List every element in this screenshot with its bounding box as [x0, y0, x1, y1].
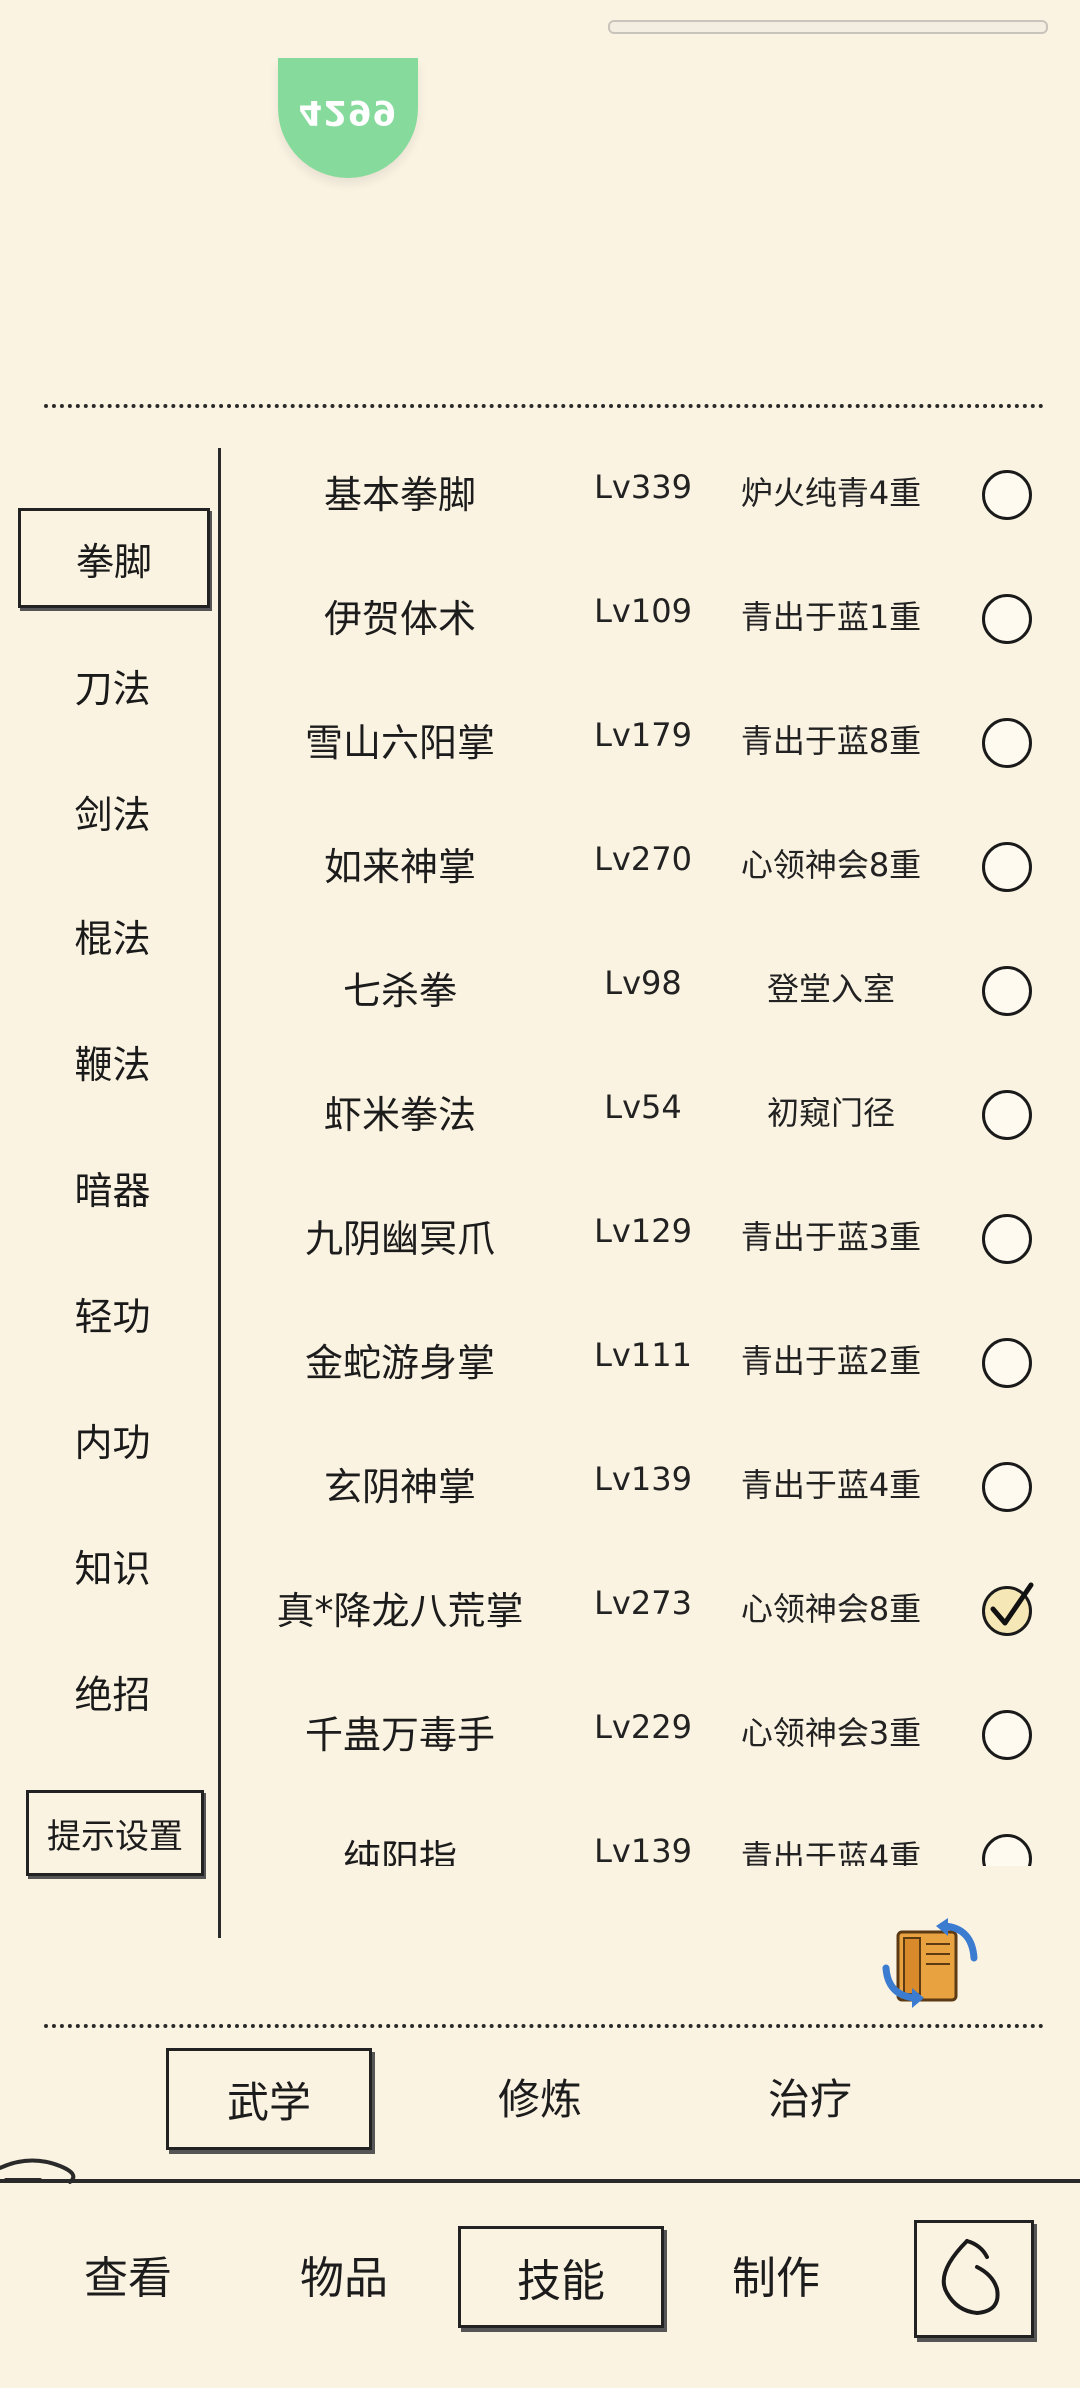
- skill-name: 九阴幽冥爪: [304, 1217, 495, 1261]
- tab-zhiliao[interactable]: 治疗: [710, 2048, 910, 2144]
- skill-level: Lv98: [604, 964, 682, 1002]
- skill-name: 玄阴神掌: [323, 1465, 476, 1509]
- nav-zhizuo[interactable]: 制作: [676, 2226, 876, 2322]
- tab-wuxue[interactable]: 武学: [166, 2048, 372, 2150]
- skill-row[interactable]: 金蛇游身掌 Lv111 青出于蓝2重: [222, 1298, 1080, 1422]
- skill-row[interactable]: 雪山六阳掌 Lv179 青出于蓝8重: [222, 678, 1080, 802]
- category-daofa[interactable]: 刀法: [30, 656, 195, 714]
- avatar[interactable]: 4299: [278, 58, 418, 178]
- category-juezhao[interactable]: 绝招: [30, 1662, 195, 1720]
- skill-checkbox-checked[interactable]: [982, 1582, 1034, 1636]
- top-dotted-divider: [44, 404, 1044, 408]
- skill-level: Lv273: [594, 1584, 692, 1622]
- skill-row[interactable]: 如来神掌 Lv270 心领神会8重: [222, 802, 1080, 926]
- category-anqi[interactable]: 暗器: [30, 1158, 195, 1216]
- skill-row[interactable]: 真*降龙八荒掌 Lv273 心领神会8重: [222, 1546, 1080, 1670]
- skill-rank: 心领神会8重: [740, 846, 922, 884]
- skill-name: 纯阳指: [342, 1837, 457, 1866]
- skill-level: Lv139: [594, 1832, 692, 1866]
- skill-name: 伊贺体术: [323, 597, 476, 641]
- skill-row[interactable]: 九阴幽冥爪 Lv129 青出于蓝3重: [222, 1174, 1080, 1298]
- skill-name: 真*降龙八荒掌: [276, 1589, 524, 1633]
- cloud-ornament-icon: [0, 2158, 76, 2184]
- skill-checkbox[interactable]: [982, 1214, 1032, 1264]
- category-neigong[interactable]: 内功: [30, 1410, 195, 1468]
- category-jianfa[interactable]: 剑法: [30, 782, 195, 840]
- skill-name: 七杀拳: [342, 969, 457, 1013]
- skill-level: Lv109: [594, 592, 692, 630]
- back-button[interactable]: [914, 2220, 1034, 2338]
- skill-rank: 炉火纯青4重: [740, 474, 922, 512]
- book-swap-icon[interactable]: [878, 1918, 982, 2008]
- skill-row[interactable]: 虾米拳法 Lv54 初窥门径: [222, 1050, 1080, 1174]
- skill-rank: 登堂入室: [766, 970, 895, 1008]
- skill-rank: 初窥门径: [766, 1094, 895, 1132]
- category-zhishi[interactable]: 知识: [30, 1536, 195, 1594]
- skill-checkbox[interactable]: [982, 1090, 1032, 1140]
- skill-level: Lv139: [594, 1460, 692, 1498]
- category-bianfa[interactable]: 鞭法: [30, 1032, 195, 1090]
- skill-checkbox[interactable]: [982, 1834, 1032, 1866]
- skill-checkbox[interactable]: [982, 1338, 1032, 1388]
- nav-jineng[interactable]: 技能: [458, 2226, 664, 2328]
- category-qinggong[interactable]: 轻功: [30, 1284, 195, 1342]
- tab-xiulian[interactable]: 修炼: [440, 2048, 640, 2144]
- skill-level: Lv54: [604, 1088, 682, 1126]
- skill-row[interactable]: 纯阳指 Lv139 青出于蓝4重: [222, 1794, 1080, 1866]
- checkmark-icon: [990, 1582, 1034, 1626]
- skill-row[interactable]: 伊贺体术 Lv109 青出于蓝1重: [222, 554, 1080, 678]
- skill-level: Lv229: [594, 1708, 692, 1746]
- skill-rank: 青出于蓝2重: [740, 1342, 922, 1380]
- skill-rank: 青出于蓝8重: [740, 722, 922, 760]
- skill-name: 雪山六阳掌: [304, 721, 495, 765]
- skill-row[interactable]: 千蛊万毒手 Lv229 心领神会3重: [222, 1670, 1080, 1794]
- category-gunfa[interactable]: 棍法: [30, 906, 195, 964]
- nav-chakan[interactable]: 查看: [28, 2226, 228, 2322]
- brush-divider: [0, 2179, 1080, 2183]
- skill-checkbox[interactable]: [982, 594, 1032, 644]
- skill-rank: 心领神会8重: [740, 1590, 922, 1628]
- skill-checkbox[interactable]: [982, 718, 1032, 768]
- skill-checkbox[interactable]: [982, 1462, 1032, 1512]
- skill-row[interactable]: 七杀拳 Lv98 登堂入室: [222, 926, 1080, 1050]
- skill-rank: 青出于蓝4重: [740, 1838, 922, 1866]
- skill-rank: 青出于蓝3重: [740, 1218, 922, 1256]
- skill-name: 如来神掌: [323, 845, 476, 889]
- category-divider-line: [218, 448, 221, 1938]
- category-quanjiao[interactable]: 拳脚: [18, 508, 210, 608]
- skill-rank: 心领神会3重: [740, 1714, 922, 1752]
- skill-checkbox[interactable]: [982, 1710, 1032, 1760]
- hint-settings-button[interactable]: 提示设置: [26, 1790, 204, 1876]
- skill-name: 金蛇游身掌: [304, 1341, 495, 1385]
- skill-checkbox[interactable]: [982, 966, 1032, 1016]
- skill-checkbox[interactable]: [982, 470, 1032, 520]
- skill-row[interactable]: 基本拳脚 Lv339 炉火纯青4重: [222, 430, 1080, 554]
- skill-level: Lv111: [594, 1336, 692, 1374]
- skill-level: Lv270: [594, 840, 692, 878]
- skill-level: Lv129: [594, 1212, 692, 1250]
- skill-rank: 青出于蓝1重: [740, 598, 922, 636]
- back-arrow-icon: [941, 2239, 1000, 2316]
- skill-checkbox[interactable]: [982, 842, 1032, 892]
- skill-list[interactable]: 基本拳脚 Lv339 炉火纯青4重 伊贺体术 Lv109 青出于蓝1重 雪山六阳…: [222, 430, 1080, 1866]
- skill-level: Lv339: [594, 468, 692, 506]
- skill-name: 千蛊万毒手: [304, 1713, 495, 1757]
- nav-wupin[interactable]: 物品: [244, 2226, 444, 2322]
- skill-level: Lv179: [594, 716, 692, 754]
- skill-name: 基本拳脚: [323, 473, 476, 517]
- skill-name: 虾米拳法: [323, 1093, 476, 1137]
- skill-row[interactable]: 玄阴神掌 Lv139 青出于蓝4重: [222, 1422, 1080, 1546]
- bottom-dotted-divider: [44, 2024, 1044, 2028]
- avatar-badge-text: 4299: [298, 92, 398, 132]
- skill-rank: 青出于蓝4重: [740, 1466, 922, 1504]
- top-handle-bar: [608, 20, 1048, 34]
